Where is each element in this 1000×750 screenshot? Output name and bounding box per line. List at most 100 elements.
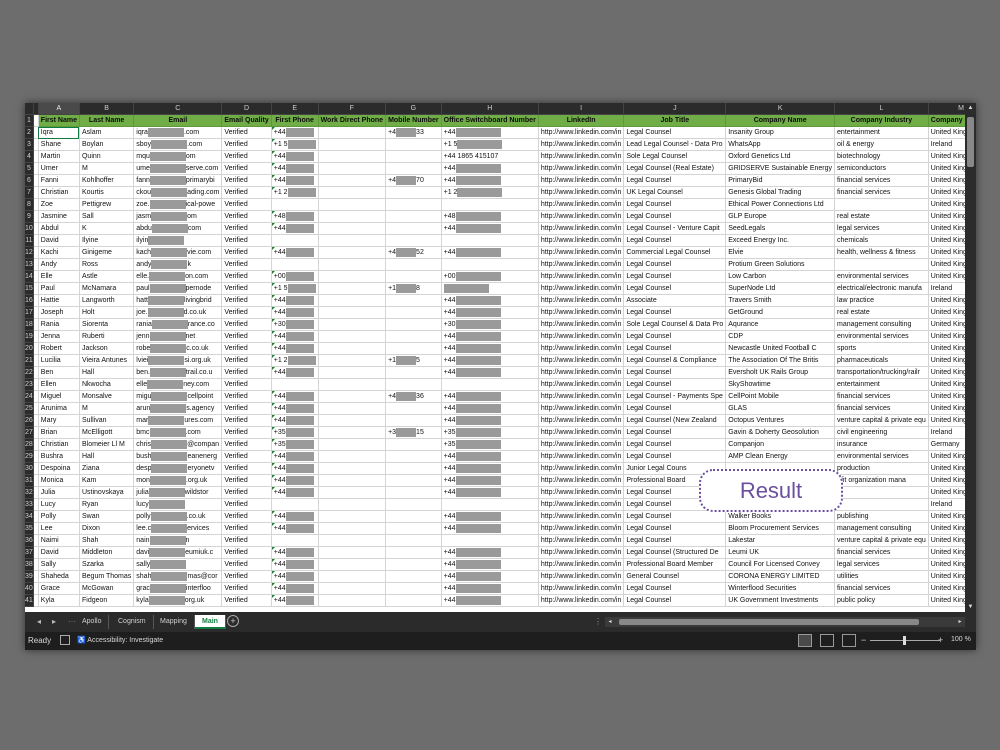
company-country-cell[interactable]: United Kingdom (928, 570, 965, 583)
company-industry-cell[interactable]: health, wellness & fitness (834, 246, 929, 259)
mobile-number-cell[interactable] (385, 342, 442, 355)
company-industry-cell[interactable]: biotechnology (834, 150, 929, 163)
first-phone-cell[interactable]: +44 (271, 558, 319, 571)
first-name-cell[interactable]: Zoe (38, 198, 80, 211)
row-number[interactable]: 29 (25, 450, 34, 463)
vertical-scroll-thumb[interactable] (967, 117, 974, 167)
company-name-cell[interactable]: SeedLegals (725, 222, 836, 235)
row-number[interactable]: 24 (25, 390, 34, 403)
email-quality-cell[interactable]: Verified (221, 234, 272, 247)
company-name-cell[interactable]: GRIDSERVE Sustainable Energy (725, 162, 836, 175)
first-name-cell[interactable]: David (38, 234, 80, 247)
company-name-cell[interactable]: WhatsApp (725, 138, 836, 151)
last-name-cell[interactable]: Ruberti (79, 330, 135, 343)
job-title-cell[interactable]: Legal Counsel (623, 234, 727, 247)
first-phone-cell[interactable]: +44 (271, 246, 319, 259)
company-industry-cell[interactable]: financial services (834, 174, 929, 187)
email-cell[interactable]: ume serve.com (133, 162, 223, 175)
mobile-number-cell[interactable] (385, 234, 442, 247)
work-direct-phone-cell[interactable] (318, 282, 387, 295)
job-title-cell[interactable]: Legal Counsel (623, 534, 727, 547)
first-phone-cell[interactable]: +44 (271, 294, 319, 307)
office-switchboard-cell[interactable]: +44 (441, 294, 539, 307)
email-cell[interactable]: abdu com (133, 222, 223, 235)
row-number[interactable]: 37 (25, 546, 34, 559)
job-title-cell[interactable]: Legal Counsel (623, 282, 727, 295)
linkedin-cell[interactable]: http://www.linkedin.com/in (538, 318, 625, 331)
work-direct-phone-cell[interactable] (318, 558, 387, 571)
company-industry-cell[interactable]: real estate (834, 210, 929, 223)
office-switchboard-cell[interactable]: +44 (441, 462, 539, 475)
job-title-cell[interactable]: Legal Counsel (623, 378, 727, 391)
office-switchboard-cell[interactable]: +44 (441, 402, 539, 415)
column-header-a[interactable]: A (38, 103, 80, 115)
email-cell[interactable]: mar ures.com (133, 414, 223, 427)
email-quality-cell[interactable]: Verified (221, 486, 272, 499)
email-cell[interactable]: nain n (133, 534, 223, 547)
mobile-number-cell[interactable] (385, 402, 442, 415)
company-country-cell[interactable]: United Kingdom (928, 582, 965, 595)
mobile-number-cell[interactable] (385, 510, 442, 523)
tab-apollo[interactable]: Apollo (75, 615, 110, 629)
tab-mapping[interactable]: Mapping (153, 615, 195, 629)
first-name-cell[interactable]: Jenna (38, 330, 80, 343)
last-name-cell[interactable]: M (79, 162, 135, 175)
first-name-cell[interactable]: Shane (38, 138, 80, 151)
email-quality-cell[interactable]: Verified (221, 258, 272, 271)
add-sheet-icon[interactable]: + (227, 615, 239, 627)
company-country-cell[interactable]: United Kingdom (928, 378, 965, 391)
work-direct-phone-cell[interactable] (318, 162, 387, 175)
last-name-cell[interactable]: McGowan (79, 582, 135, 595)
company-industry-cell[interactable]: production (834, 462, 929, 475)
last-name-cell[interactable]: Hall (79, 366, 135, 379)
company-country-cell[interactable]: United Kingdom (928, 258, 965, 271)
linkedin-cell[interactable]: http://www.linkedin.com/in (538, 462, 625, 475)
accessibility-status[interactable]: ♿ Accessibility: Investigate (77, 636, 163, 644)
email-cell[interactable]: bmc .com (133, 426, 223, 439)
company-country-cell[interactable]: United Kingdom (928, 354, 965, 367)
company-name-cell[interactable]: Leumi UK (725, 546, 836, 559)
first-phone-cell[interactable]: +44 (271, 462, 319, 475)
split-handle-icon[interactable]: ⋮ (594, 617, 602, 626)
company-industry-cell[interactable]: entertainment (834, 378, 929, 391)
office-switchboard-cell[interactable]: +44 (441, 450, 539, 463)
company-industry-cell[interactable]: insurance (834, 438, 929, 451)
linkedin-cell[interactable]: http://www.linkedin.com/in (538, 486, 625, 499)
company-country-cell[interactable]: Ireland (928, 426, 965, 439)
job-title-cell[interactable]: Legal Counsel (623, 210, 727, 223)
mobile-number-cell[interactable] (385, 162, 442, 175)
page-layout-view-icon[interactable] (820, 634, 834, 647)
zoom-out-icon[interactable]: − (861, 635, 866, 645)
linkedin-cell[interactable]: http://www.linkedin.com/in (538, 186, 625, 199)
row-number[interactable]: 19 (25, 330, 34, 343)
first-phone-cell[interactable]: +1 2 (271, 354, 319, 367)
first-phone-cell[interactable] (271, 234, 319, 247)
company-country-cell[interactable]: Germany (928, 438, 965, 451)
linkedin-cell[interactable]: http://www.linkedin.com/in (538, 534, 625, 547)
company-country-cell[interactable]: United Kingdom (928, 234, 965, 247)
first-phone-cell[interactable]: +44 (271, 546, 319, 559)
row-number[interactable]: 18 (25, 318, 34, 331)
linkedin-cell[interactable]: http://www.linkedin.com/in (538, 330, 625, 343)
column-header-f[interactable]: F (318, 103, 387, 115)
row-number[interactable]: 36 (25, 534, 34, 547)
first-name-cell[interactable]: Joseph (38, 306, 80, 319)
office-switchboard-cell[interactable]: +44 (441, 306, 539, 319)
mobile-number-cell[interactable] (385, 474, 442, 487)
linkedin-cell[interactable]: http://www.linkedin.com/in (538, 594, 625, 607)
email-quality-cell[interactable]: Verified (221, 450, 272, 463)
first-name-cell[interactable]: Sally (38, 558, 80, 571)
first-name-cell[interactable]: Julia (38, 486, 80, 499)
company-name-cell[interactable]: The Association Of The Britis (725, 354, 836, 367)
row-number[interactable]: 1 (25, 114, 34, 127)
first-phone-cell[interactable]: +44 (271, 342, 319, 355)
work-direct-phone-cell[interactable] (318, 318, 387, 331)
work-direct-phone-cell[interactable] (318, 258, 387, 271)
last-name-cell[interactable]: McNamara (79, 282, 135, 295)
linkedin-cell[interactable]: http://www.linkedin.com/in (538, 222, 625, 235)
job-title-cell[interactable]: Legal Counsel (623, 594, 727, 607)
company-country-cell[interactable]: United Kingdom (928, 318, 965, 331)
linkedin-cell[interactable]: http://www.linkedin.com/in (538, 282, 625, 295)
job-title-cell[interactable]: Legal Counsel (623, 426, 727, 439)
email-quality-cell[interactable]: Verified (221, 126, 272, 139)
